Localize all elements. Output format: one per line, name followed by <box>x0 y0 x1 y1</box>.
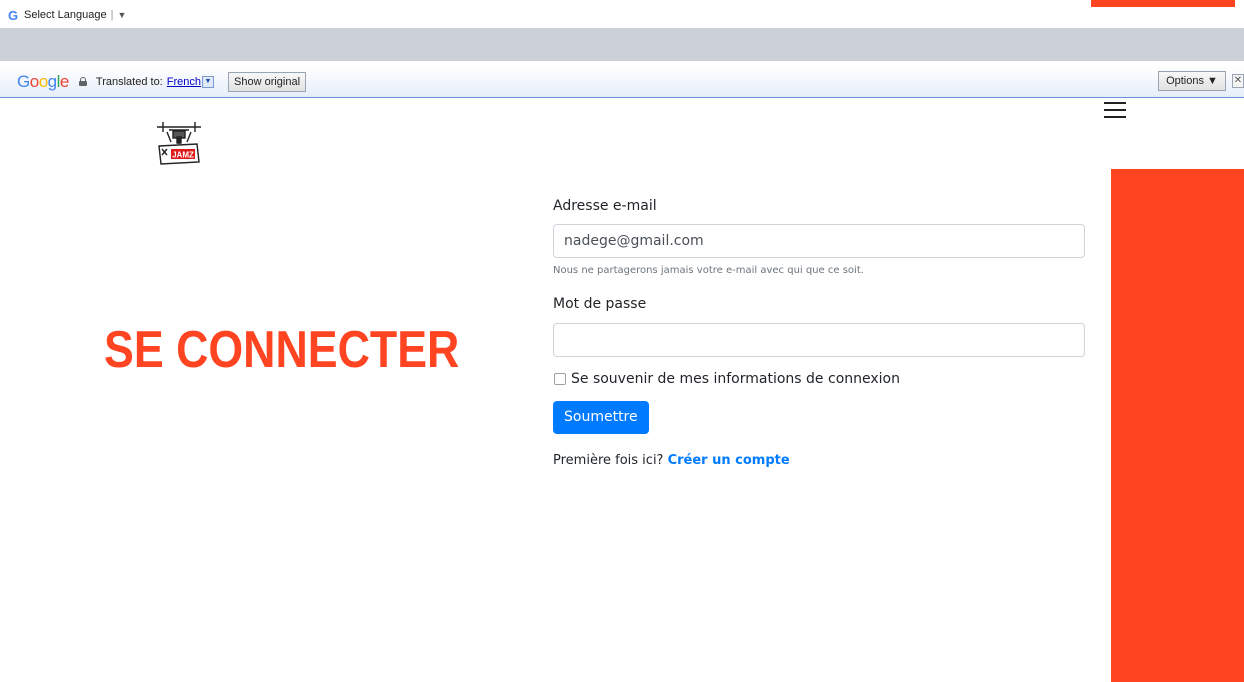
password-field[interactable] <box>553 323 1085 357</box>
email-label: Adresse e-mail <box>553 198 657 214</box>
email-field[interactable] <box>553 224 1085 258</box>
password-label: Mot de passe <box>553 296 647 312</box>
remember-row: Se souvenir de mes informations de conne… <box>553 371 1085 387</box>
language-link[interactable]: French <box>167 76 201 88</box>
svg-text:JAMZ: JAMZ <box>172 151 194 160</box>
language-selector-label: Select Language <box>24 9 107 21</box>
remember-label[interactable]: Se souvenir de mes informations de conne… <box>571 371 900 387</box>
first-time-label: Première fois ici? <box>553 453 664 468</box>
google-logo: Google <box>17 71 69 91</box>
lock-icon <box>78 77 87 86</box>
language-selector[interactable]: G Select Language | ▼ <box>6 7 126 23</box>
options-button[interactable]: Options ▼ <box>1158 71 1226 91</box>
language-dropdown-icon[interactable]: ▼ <box>202 75 214 88</box>
create-account-link[interactable]: Créer un compte <box>668 453 790 468</box>
close-icon[interactable]: ✕ <box>1232 74 1244 88</box>
page-title: SE CONNECTER <box>104 321 460 379</box>
first-time-text: Première fois ici? Créer un compte <box>553 453 1085 468</box>
grey-band <box>0 28 1244 61</box>
remember-checkbox[interactable] <box>554 373 566 385</box>
orange-tab-decoration <box>1091 0 1235 7</box>
orange-side-panel <box>1111 169 1244 682</box>
submit-button[interactable]: Soumettre <box>553 401 649 434</box>
translated-to-label: Translated to: <box>95 75 163 88</box>
show-original-button[interactable]: Show original <box>228 71 307 92</box>
jamz-logo[interactable]: JAMZ <box>153 118 205 168</box>
login-form: Adresse e-mail Nous ne partagerons jamai… <box>553 196 1085 468</box>
translate-banner: Google Translated to: French ▼ Show orig… <box>0 66 1244 98</box>
email-help-text: Nous ne partagerons jamais votre e-mail … <box>553 265 864 276</box>
google-g-icon: G <box>7 7 19 23</box>
dropdown-arrow-icon: ▼ <box>117 10 127 20</box>
separator: | <box>110 9 114 21</box>
hamburger-icon[interactable] <box>1104 100 1128 120</box>
